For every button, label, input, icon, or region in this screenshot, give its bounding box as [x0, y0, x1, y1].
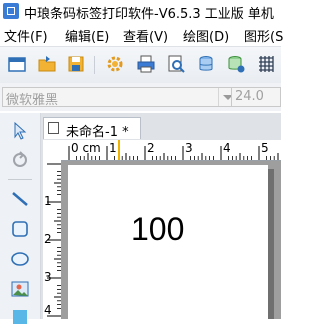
database-icon[interactable] [196, 54, 216, 74]
print-preview-icon[interactable] [166, 54, 186, 74]
barcode-tool-icon[interactable] [10, 307, 30, 327]
app-logo-icon [3, 3, 19, 19]
font-toolbar: 微软雅黑 24.0 [0, 83, 281, 111]
ruler-corner [43, 140, 61, 160]
window-title: 中琅条码标签打印软件-V6.5.3 工业版 单机 [24, 7, 274, 22]
image-tool-icon[interactable] [10, 279, 30, 299]
rotate-icon[interactable] [10, 149, 30, 169]
panel-separator [8, 179, 32, 180]
document-area: 未命名-1 * 0 cm 1 2 3 4 5 1 2 3 4 100 [41, 113, 281, 319]
toolbar-separator [94, 56, 95, 74]
ruler-horizontal: 0 cm 1 2 3 4 5 [61, 140, 281, 161]
open-folder-icon[interactable] [37, 54, 57, 74]
grid-icon[interactable] [256, 54, 276, 74]
ruler-left-label-1: 1 [44, 194, 52, 208]
left-tool-panel [0, 113, 41, 324]
ellipse-tool-icon[interactable] [10, 249, 30, 269]
save-icon[interactable] [66, 54, 86, 74]
menu-file[interactable]: 文件(F) [4, 26, 48, 45]
ruler-left-label-2: 2 [44, 232, 52, 246]
document-icon [48, 122, 59, 134]
font-family-select[interactable]: 微软雅黑 [2, 87, 238, 108]
font-family-value: 微软雅黑 [6, 93, 59, 108]
document-tab[interactable]: 未命名-1 * [43, 117, 141, 140]
ruler-label-0: 0 cm [71, 141, 101, 155]
ruler-left-label-4: 4 [44, 303, 52, 317]
database-connect-icon[interactable] [226, 54, 246, 74]
line-tool-icon[interactable] [10, 189, 30, 209]
label-text-object[interactable]: 100 [131, 211, 184, 248]
ruler-label-2: 2 [147, 141, 155, 155]
document-tab-label: 未命名-1 * [66, 125, 129, 140]
label-paper[interactable]: 100 [68, 165, 268, 319]
new-document-icon[interactable] [7, 54, 27, 74]
menu-edit[interactable]: 编辑(E) [65, 26, 109, 45]
ruler-vertical: 1 2 3 4 [43, 160, 62, 319]
select-pointer-icon[interactable] [10, 121, 30, 141]
font-size-select[interactable]: 24.0 [231, 87, 281, 107]
rectangle-tool-icon[interactable] [10, 219, 30, 239]
ruler-label-5: 5 [261, 141, 269, 155]
menu-bar: 文件(F) 编辑(E) 查看(V) 绘图(D) 图形(S [0, 23, 283, 45]
main-toolbar [0, 46, 281, 83]
print-icon[interactable] [136, 54, 156, 74]
ruler-left-label-3: 3 [44, 270, 52, 284]
ruler-label-4: 4 [223, 141, 231, 155]
ruler-label-3: 3 [185, 141, 193, 155]
settings-gear-icon[interactable] [105, 54, 125, 74]
menu-draw[interactable]: 绘图(D) [183, 26, 229, 45]
title-bar: 中琅条码标签打印软件-V6.5.3 工业版 单机 [0, 0, 281, 23]
ruler-label-1: 1 [109, 141, 117, 155]
menu-view[interactable]: 查看(V) [123, 26, 168, 45]
menu-shape[interactable]: 图形(S [244, 26, 283, 45]
paper-shadow [268, 169, 274, 319]
font-size-value: 24.0 [235, 89, 264, 104]
design-canvas[interactable]: 100 [62, 161, 281, 319]
